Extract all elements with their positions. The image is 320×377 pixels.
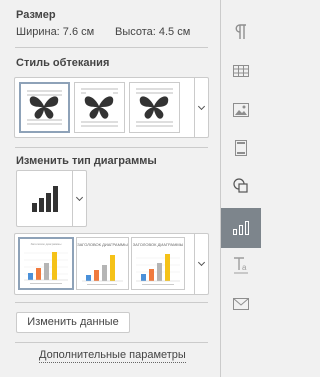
svg-text:a: a [242,263,247,272]
mail-merge-settings-button[interactable] [221,284,261,324]
wrap-style-picker[interactable] [14,77,209,138]
text-art-icon: a [234,257,248,274]
header-footer-icon [235,140,247,156]
chart-type-title: Изменить тип диаграммы [16,155,157,167]
chart-style-gallery[interactable]: Заголовок диаграммы ЗАГОЛОВОК ДИАГРАММЫ [14,233,209,295]
butterfly-tight-icon [81,88,118,127]
chart-type-selector[interactable] [16,170,87,227]
butterfly-square-icon [27,90,62,125]
separator [15,147,208,148]
image-icon [233,103,249,117]
chart-style-preview [136,254,180,285]
chart-style-option[interactable]: Заголовок диаграммы [18,237,74,290]
height-label: Высота: 4.5 см [115,26,191,38]
chart-icon [233,221,249,235]
edit-data-button[interactable]: Изменить данные [16,312,130,333]
chevron-down-icon [75,193,84,201]
chart-settings-button[interactable] [221,208,261,248]
wrap-option-tight[interactable] [74,82,125,133]
bar-chart-icon [17,171,73,226]
width-label: Ширина: 7.6 см [16,26,95,38]
wrap-option-square[interactable] [19,82,70,133]
chart-style-preview [82,255,123,285]
separator [15,342,208,343]
advanced-settings-link[interactable]: Дополнительные параметры [39,349,186,363]
shape-icon [233,178,248,193]
chevron-down-icon [197,102,206,110]
size-section-title: Размер [16,9,56,21]
chart-settings-panel: Размер Ширина: 7.6 см Высота: 4.5 см Сти… [0,0,220,377]
table-icon [233,65,249,77]
wrap-option-through[interactable] [129,82,180,133]
butterfly-through-icon [136,88,173,127]
header-footer-settings-button[interactable] [221,128,261,168]
paragraph-icon [235,24,246,39]
mail-merge-icon [233,298,249,310]
chart-type-dropdown-arrow[interactable] [72,171,86,226]
separator [15,302,208,303]
wrap-style-dropdown-arrow[interactable] [194,78,208,137]
chart-style-preview [24,252,68,284]
chart-style-option[interactable]: ЗАГОЛОВОК ДИАГРАММЫ [131,237,185,290]
image-settings-button[interactable] [221,90,261,130]
table-settings-button[interactable] [221,51,261,91]
chevron-down-icon [197,258,206,267]
wrap-style-title: Стиль обтекания [16,57,110,69]
text-art-settings-button[interactable]: a [221,246,261,286]
chart-style-dropdown-arrow[interactable] [194,234,208,294]
separator [15,47,208,48]
right-toolbar: a [220,0,261,377]
chart-style-option[interactable]: ЗАГОЛОВОК ДИАГРАММЫ [76,237,129,290]
shape-settings-button[interactable] [221,166,261,206]
paragraph-settings-button[interactable] [221,12,261,52]
